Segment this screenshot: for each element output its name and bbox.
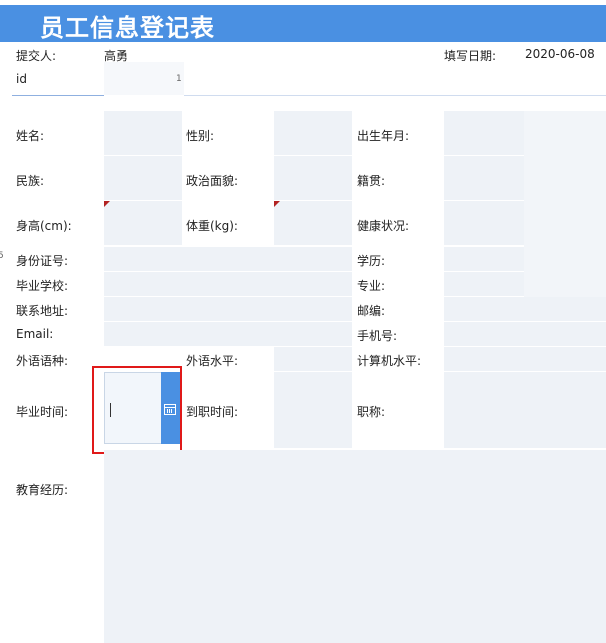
lang-level-label: 外语水平: xyxy=(186,354,239,368)
computer-level-label: 计算机水平: xyxy=(357,354,422,368)
name-input[interactable] xyxy=(104,111,182,155)
email-label: Email: xyxy=(16,327,54,341)
computer-level-input[interactable] xyxy=(444,347,606,371)
address-input[interactable] xyxy=(104,297,352,321)
form-title: 员工信息登记表 xyxy=(40,14,215,42)
form-header: 员工信息登记表 xyxy=(0,5,606,42)
postcode-input[interactable] xyxy=(444,297,606,321)
gender-label: 性别: xyxy=(186,129,215,143)
address-label: 联系地址: xyxy=(16,304,69,318)
school-input[interactable] xyxy=(104,272,352,296)
id-field[interactable] xyxy=(104,62,184,95)
mobile-input[interactable] xyxy=(444,322,606,346)
required-marker xyxy=(104,201,110,207)
focus-highlight xyxy=(92,366,182,454)
edu-history-textarea[interactable] xyxy=(104,450,606,643)
hometown-label: 籍贯: xyxy=(357,174,386,188)
photo-area[interactable] xyxy=(524,111,606,297)
height-label: 身高(cm): xyxy=(16,219,72,233)
grad-time-label: 毕业时间: xyxy=(16,405,69,419)
weight-input[interactable] xyxy=(274,201,352,245)
name-label: 姓名: xyxy=(16,129,45,143)
major-input[interactable] xyxy=(444,272,524,296)
ethnicity-label: 民族: xyxy=(16,174,45,188)
politics-label: 政治面貌: xyxy=(186,174,239,188)
hometown-input[interactable] xyxy=(444,156,524,200)
meta-divider xyxy=(184,95,606,96)
id-underline xyxy=(12,95,104,96)
education-label: 学历: xyxy=(357,254,386,268)
id-label: id xyxy=(16,72,27,86)
major-label: 专业: xyxy=(357,279,386,293)
school-label: 毕业学校: xyxy=(16,279,69,293)
birth-label: 出生年月: xyxy=(357,129,410,143)
title-input[interactable] xyxy=(444,372,606,448)
postcode-label: 邮编: xyxy=(357,304,386,318)
join-time-label: 到职时间: xyxy=(186,405,239,419)
weight-label: 体重(kg): xyxy=(186,219,238,233)
education-input[interactable] xyxy=(444,247,524,271)
mobile-label: 手机号: xyxy=(357,329,398,343)
email-input[interactable] xyxy=(104,322,352,346)
edu-history-label: 教育经历: xyxy=(16,483,69,497)
idcard-input[interactable] xyxy=(104,247,352,271)
ethnicity-input[interactable] xyxy=(104,156,182,200)
height-input[interactable] xyxy=(104,201,182,245)
id-value: 1 xyxy=(176,74,182,84)
submitter-label: 提交人: xyxy=(16,49,57,63)
birth-input[interactable] xyxy=(444,111,524,155)
join-time-input[interactable] xyxy=(274,372,352,448)
title-label: 职称: xyxy=(357,405,386,419)
politics-input[interactable] xyxy=(274,156,352,200)
gender-input[interactable] xyxy=(274,111,352,155)
left-edge-mark: 5 xyxy=(0,251,4,261)
health-input[interactable] xyxy=(444,201,524,245)
required-marker xyxy=(274,201,280,207)
idcard-label: 身份证号: xyxy=(16,254,69,268)
health-label: 健康状况: xyxy=(357,219,410,233)
fill-date-label: 填写日期: xyxy=(444,49,497,63)
lang-level-input[interactable] xyxy=(274,347,352,371)
lang-type-label: 外语语种: xyxy=(16,354,69,368)
fill-date-value: 2020-06-08 xyxy=(525,47,595,61)
